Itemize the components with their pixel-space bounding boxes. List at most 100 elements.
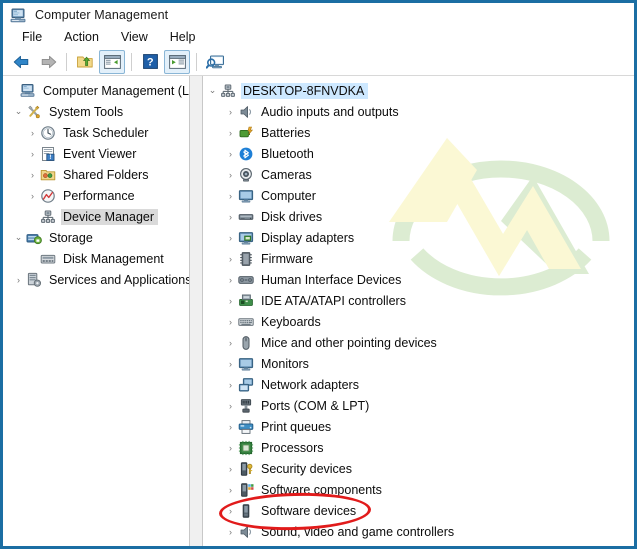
chevron-right-icon[interactable]: › [223, 254, 238, 264]
chevron-right-icon[interactable]: › [223, 275, 238, 285]
chevron-right-icon[interactable]: › [223, 506, 238, 516]
sidebar-item-computer-management[interactable]: › Computer Management (Local [3, 80, 189, 101]
sidebar-item-label: Device Manager [61, 208, 159, 225]
chevron-right-icon[interactable]: › [25, 149, 40, 159]
device-node-batteries[interactable]: › Batteries [203, 122, 634, 143]
chevron-right-icon[interactable]: › [223, 422, 238, 432]
sidebar-item-shared-folders[interactable]: › Shared Folders [3, 164, 189, 185]
chevron-right-icon[interactable]: › [25, 170, 40, 180]
up-one-level-button[interactable] [73, 51, 97, 73]
chevron-right-icon[interactable]: › [223, 443, 238, 453]
bluetooth-icon [238, 146, 254, 162]
device-node-human-interface-devices[interactable]: › Human Interface Devices [203, 269, 634, 290]
display-adapter-icon [238, 230, 254, 246]
sidebar-item-label: System Tools [49, 104, 124, 119]
chevron-right-icon[interactable]: › [223, 296, 238, 306]
forward-button[interactable] [36, 51, 60, 73]
help-button[interactable]: ? [138, 51, 162, 73]
chevron-right-icon[interactable]: › [223, 401, 238, 411]
device-node-ports-com-and-lpt[interactable]: › Ports (COM & LPT) [203, 395, 634, 416]
chevron-right-icon[interactable]: › [223, 485, 238, 495]
device-node-label: Display adapters [261, 230, 355, 245]
back-button[interactable] [10, 51, 34, 73]
device-node-network-adapters[interactable]: › Network adapters [203, 374, 634, 395]
device-node-computer[interactable]: › Computer [203, 185, 634, 206]
chevron-right-icon[interactable]: › [223, 338, 238, 348]
pane-splitter[interactable] [190, 76, 203, 546]
clock-icon [40, 125, 56, 141]
device-node-monitors[interactable]: › Monitors [203, 353, 634, 374]
printer-icon [238, 419, 254, 435]
device-tree-root[interactable]: ⌄ DESKTOP-8FNVDKA [203, 80, 634, 101]
menu-file[interactable]: File [13, 29, 51, 46]
sidebar-item-label: Computer Management (Local [43, 83, 189, 98]
device-manager-pane[interactable]: ⌄ DESKTOP-8FNVDKA › Audio inputs and out… [203, 76, 634, 546]
chevron-right-icon[interactable]: › [223, 233, 238, 243]
device-manager-icon [40, 209, 56, 225]
menu-help[interactable]: Help [161, 29, 205, 46]
device-node-bluetooth[interactable]: › Bluetooth [203, 143, 634, 164]
chevron-down-icon[interactable]: ⌄ [11, 106, 26, 117]
device-node-security-devices[interactable]: › Security devices [203, 458, 634, 479]
device-node-label: Keyboards [261, 314, 321, 329]
sidebar-item-storage[interactable]: ⌄ Storage [3, 227, 189, 248]
monitor-icon [238, 188, 254, 204]
device-node-display-adapters[interactable]: › Display adapters [203, 227, 634, 248]
device-manager-icon [220, 83, 236, 99]
device-node-software-devices[interactable]: › Software devices [203, 500, 634, 521]
sidebar-item-task-scheduler[interactable]: › Task Scheduler [3, 122, 189, 143]
show-hide-console-tree-button[interactable] [99, 49, 125, 74]
sidebar-item-system-tools[interactable]: ⌄ System Tools [3, 101, 189, 122]
forward-arrow-icon [41, 55, 57, 68]
chevron-right-icon[interactable]: › [223, 149, 238, 159]
chevron-right-icon[interactable]: › [223, 107, 238, 117]
device-node-label: Computer [261, 188, 316, 203]
chevron-right-icon[interactable]: › [223, 527, 238, 537]
sidebar-item-services-and-applications[interactable]: › Services and Applications [3, 269, 189, 290]
network-adapter-icon [238, 377, 254, 393]
device-node-sound-video-and-game-controllers[interactable]: › Sound, video and game controllers [203, 521, 634, 542]
device-node-keyboards[interactable]: › Keyboards [203, 311, 634, 332]
chevron-down-icon[interactable]: ⌄ [205, 85, 220, 96]
device-node-disk-drives[interactable]: › Disk drives [203, 206, 634, 227]
chevron-right-icon[interactable]: › [223, 359, 238, 369]
sidebar-item-event-viewer[interactable]: › ! Event Viewer [3, 143, 189, 164]
device-node-ide-ata-atapi-controllers[interactable]: › IDE ATA/ATAPI controllers [203, 290, 634, 311]
properties-button[interactable] [203, 51, 227, 73]
console-tree-pane[interactable]: › Computer Management (Local ⌄ [3, 76, 190, 546]
chevron-right-icon[interactable]: › [223, 380, 238, 390]
device-node-label: Cameras [261, 167, 312, 182]
device-node-storage-controllers[interactable]: › Storage controllers [203, 542, 634, 546]
device-node-print-queues[interactable]: › Print queues [203, 416, 634, 437]
speaker-icon [238, 104, 254, 120]
chevron-down-icon[interactable]: ⌄ [11, 232, 26, 243]
chevron-right-icon[interactable]: › [223, 128, 238, 138]
sidebar-item-device-manager[interactable]: › Device Manager [3, 206, 189, 227]
menu-view[interactable]: View [112, 29, 157, 46]
device-node-audio-inputs-and-outputs[interactable]: › Audio inputs and outputs [203, 101, 634, 122]
chevron-right-icon[interactable]: › [223, 170, 238, 180]
storage-icon [26, 230, 42, 246]
sidebar-item-disk-management[interactable]: › Disk Management [3, 248, 189, 269]
menu-action[interactable]: Action [55, 29, 108, 46]
show-action-pane-button[interactable] [164, 49, 190, 74]
chevron-right-icon[interactable]: › [223, 212, 238, 222]
chevron-right-icon[interactable]: › [223, 191, 238, 201]
device-node-cameras[interactable]: › Cameras [203, 164, 634, 185]
device-node-label: Monitors [261, 356, 309, 371]
device-node-firmware[interactable]: › Firmware [203, 248, 634, 269]
chevron-right-icon[interactable]: › [25, 191, 40, 201]
device-node-mice-and-other-pointing-devices[interactable]: › Mice and other pointing devices [203, 332, 634, 353]
device-node-label: Network adapters [261, 377, 359, 392]
sidebar-item-performance[interactable]: › Performance [3, 185, 189, 206]
chevron-right-icon[interactable]: › [223, 464, 238, 474]
toolbar-separator [131, 52, 132, 71]
device-node-software-components[interactable]: › Software components [203, 479, 634, 500]
device-node-processors[interactable]: › Processors [203, 437, 634, 458]
chevron-right-icon[interactable]: › [223, 317, 238, 327]
chevron-right-icon[interactable]: › [25, 128, 40, 138]
device-node-label: Storage controllers [259, 545, 370, 547]
chevron-right-icon[interactable]: › [11, 275, 26, 285]
sidebar-item-label: Disk Management [63, 251, 164, 266]
question-mark-icon: ? [142, 54, 158, 69]
